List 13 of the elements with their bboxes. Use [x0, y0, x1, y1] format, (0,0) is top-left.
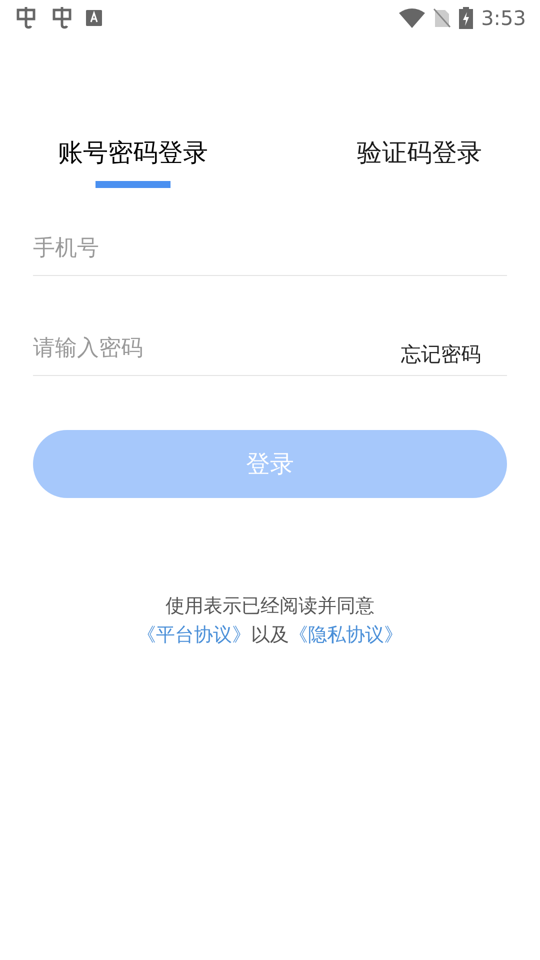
bug-icon: [50, 6, 74, 30]
keyboard-icon: [86, 10, 102, 26]
phone-field[interactable]: 手机号: [33, 232, 507, 264]
password-field[interactable]: 请输入密码: [33, 332, 401, 364]
bug-icon: [14, 6, 38, 30]
battery-icon: [459, 7, 474, 29]
login-tab[interactable]: 账号密码登录: [58, 134, 208, 178]
agreement-text: 使用表示已经阅读并同意 《平台协议》以及《隐私协议》: [136, 594, 404, 648]
forgot-password-link[interactable]: 忘记密码: [401, 338, 507, 368]
no-sim-icon: [433, 8, 452, 28]
clock-time: 3:53: [481, 5, 526, 32]
wifi-icon: [399, 8, 426, 28]
login-tab[interactable]: 验证码登录: [357, 134, 482, 178]
